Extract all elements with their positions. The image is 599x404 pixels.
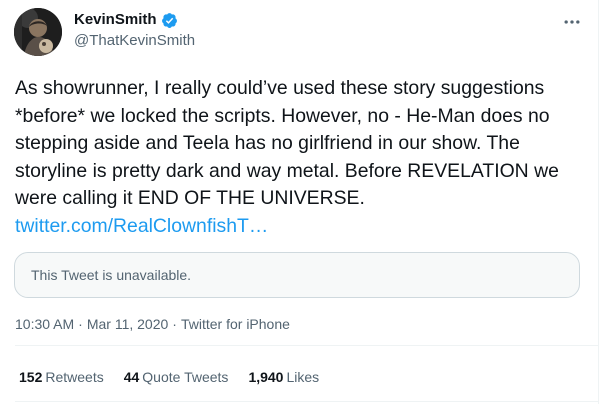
quote-tweets-count: 44 bbox=[123, 369, 140, 385]
tweet-body: As showrunner, I really could’ve used th… bbox=[15, 77, 559, 210]
likes-stat[interactable]: 1,940 Likes bbox=[248, 368, 319, 386]
avatar-image bbox=[14, 8, 62, 56]
divider bbox=[15, 345, 599, 346]
tweet-source[interactable]: Twitter for iPhone bbox=[181, 316, 290, 332]
tweet-text: As showrunner, I really could’ve used th… bbox=[15, 75, 585, 241]
retweets-stat[interactable]: 152 Retweets bbox=[19, 368, 104, 386]
meta-separator: · bbox=[172, 316, 177, 332]
tweet-link[interactable]: twitter.com/RealClownfishT… bbox=[15, 215, 268, 237]
divider bbox=[15, 401, 599, 402]
avatar[interactable] bbox=[14, 8, 62, 56]
likes-count: 1,940 bbox=[248, 369, 284, 385]
retweets-label: Retweets bbox=[45, 369, 104, 385]
author-name[interactable]: KevinSmith bbox=[74, 11, 178, 29]
meta-separator: · bbox=[78, 316, 83, 332]
tweet-date[interactable]: Mar 11, 2020 bbox=[87, 316, 168, 332]
author-handle[interactable]: @ThatKevinSmith bbox=[74, 32, 195, 50]
retweets-count: 152 bbox=[19, 369, 43, 385]
quote-tweets-stat[interactable]: 44 Quote Tweets bbox=[124, 368, 229, 386]
author-name-text[interactable]: KevinSmith bbox=[74, 11, 157, 29]
more-horizontal-icon[interactable] bbox=[562, 12, 582, 32]
likes-label: Likes bbox=[286, 369, 320, 385]
tweet-metadata: 10:30 AM · Mar 11, 2020 · Twitter for iPhone bbox=[15, 315, 290, 333]
quoted-tweet-card[interactable]: This Tweet is unavailable. bbox=[14, 252, 580, 298]
tweet-time[interactable]: 10:30 AM bbox=[15, 316, 74, 332]
quoted-tweet-unavailable-text: This Tweet is unavailable. bbox=[31, 267, 192, 283]
tweet-stats: 152 Retweets 44 Quote Tweets 1,940 Likes bbox=[19, 368, 319, 386]
tweet-card: KevinSmith @ThatKevinSmith As showrunner… bbox=[0, 0, 599, 404]
verified-badge-icon bbox=[161, 12, 177, 28]
quote-tweets-label: Quote Tweets bbox=[142, 369, 229, 385]
